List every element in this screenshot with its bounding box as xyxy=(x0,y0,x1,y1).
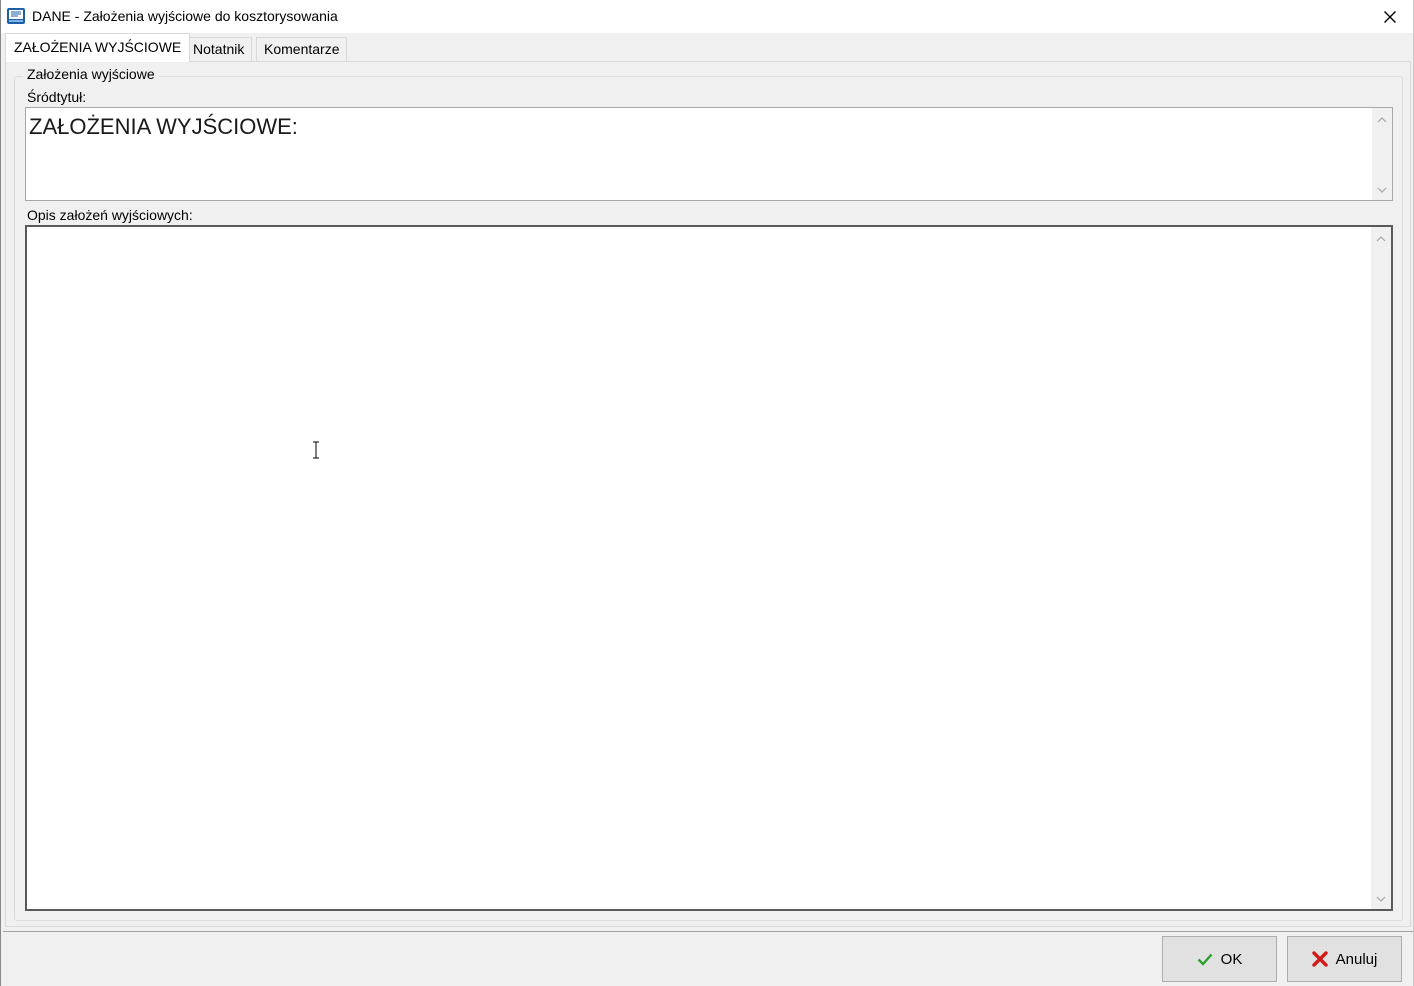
description-field[interactable] xyxy=(25,225,1393,911)
scroll-down-icon[interactable] xyxy=(1375,893,1387,905)
x-icon xyxy=(1311,951,1328,967)
description-scrollbar[interactable] xyxy=(1371,227,1391,909)
dialog-window: DANE - Założenia wyjściowe do kosztoryso… xyxy=(0,0,1414,986)
tab-komentarze[interactable]: Komentarze xyxy=(256,37,348,62)
subtitle-label: Śródtytuł: xyxy=(27,89,87,105)
text-cursor-icon xyxy=(311,441,321,459)
title-bar[interactable]: DANE - Założenia wyjściowe do kosztoryso… xyxy=(1,0,1413,33)
ok-button[interactable]: OK xyxy=(1162,936,1277,982)
check-icon xyxy=(1197,953,1213,966)
group-title: Założenia wyjściowe xyxy=(23,66,159,82)
cancel-label: Anuluj xyxy=(1335,950,1378,968)
subtitle-value: ZAŁOŻENIA WYJŚCIOWE: xyxy=(29,114,298,139)
cancel-button[interactable]: Anuluj xyxy=(1287,936,1402,982)
window-title: DANE - Założenia wyjściowe do kosztoryso… xyxy=(32,8,338,24)
tab-zalozenia-wyjsciowe[interactable]: ZAŁOŻENIA WYJŚCIOWE xyxy=(5,33,191,62)
scroll-up-icon[interactable] xyxy=(1375,233,1387,245)
button-panel: OK Anuluj xyxy=(3,931,1413,986)
app-book-icon xyxy=(6,6,26,26)
close-button[interactable] xyxy=(1367,0,1413,33)
tab-strip: ZAŁOŻENIA WYJŚCIOWE Notatnik Komentarze xyxy=(3,33,1411,62)
subtitle-field[interactable]: ZAŁOŻENIA WYJŚCIOWE: xyxy=(25,107,1393,201)
ok-label: OK xyxy=(1220,950,1243,968)
subtitle-scrollbar[interactable] xyxy=(1372,108,1392,200)
close-icon xyxy=(1384,10,1396,23)
scroll-down-icon[interactable] xyxy=(1376,184,1388,196)
scroll-up-icon[interactable] xyxy=(1376,114,1388,126)
description-label: Opis założeń wyjściowych: xyxy=(27,207,193,223)
tab-notatnik[interactable]: Notatnik xyxy=(185,37,253,62)
